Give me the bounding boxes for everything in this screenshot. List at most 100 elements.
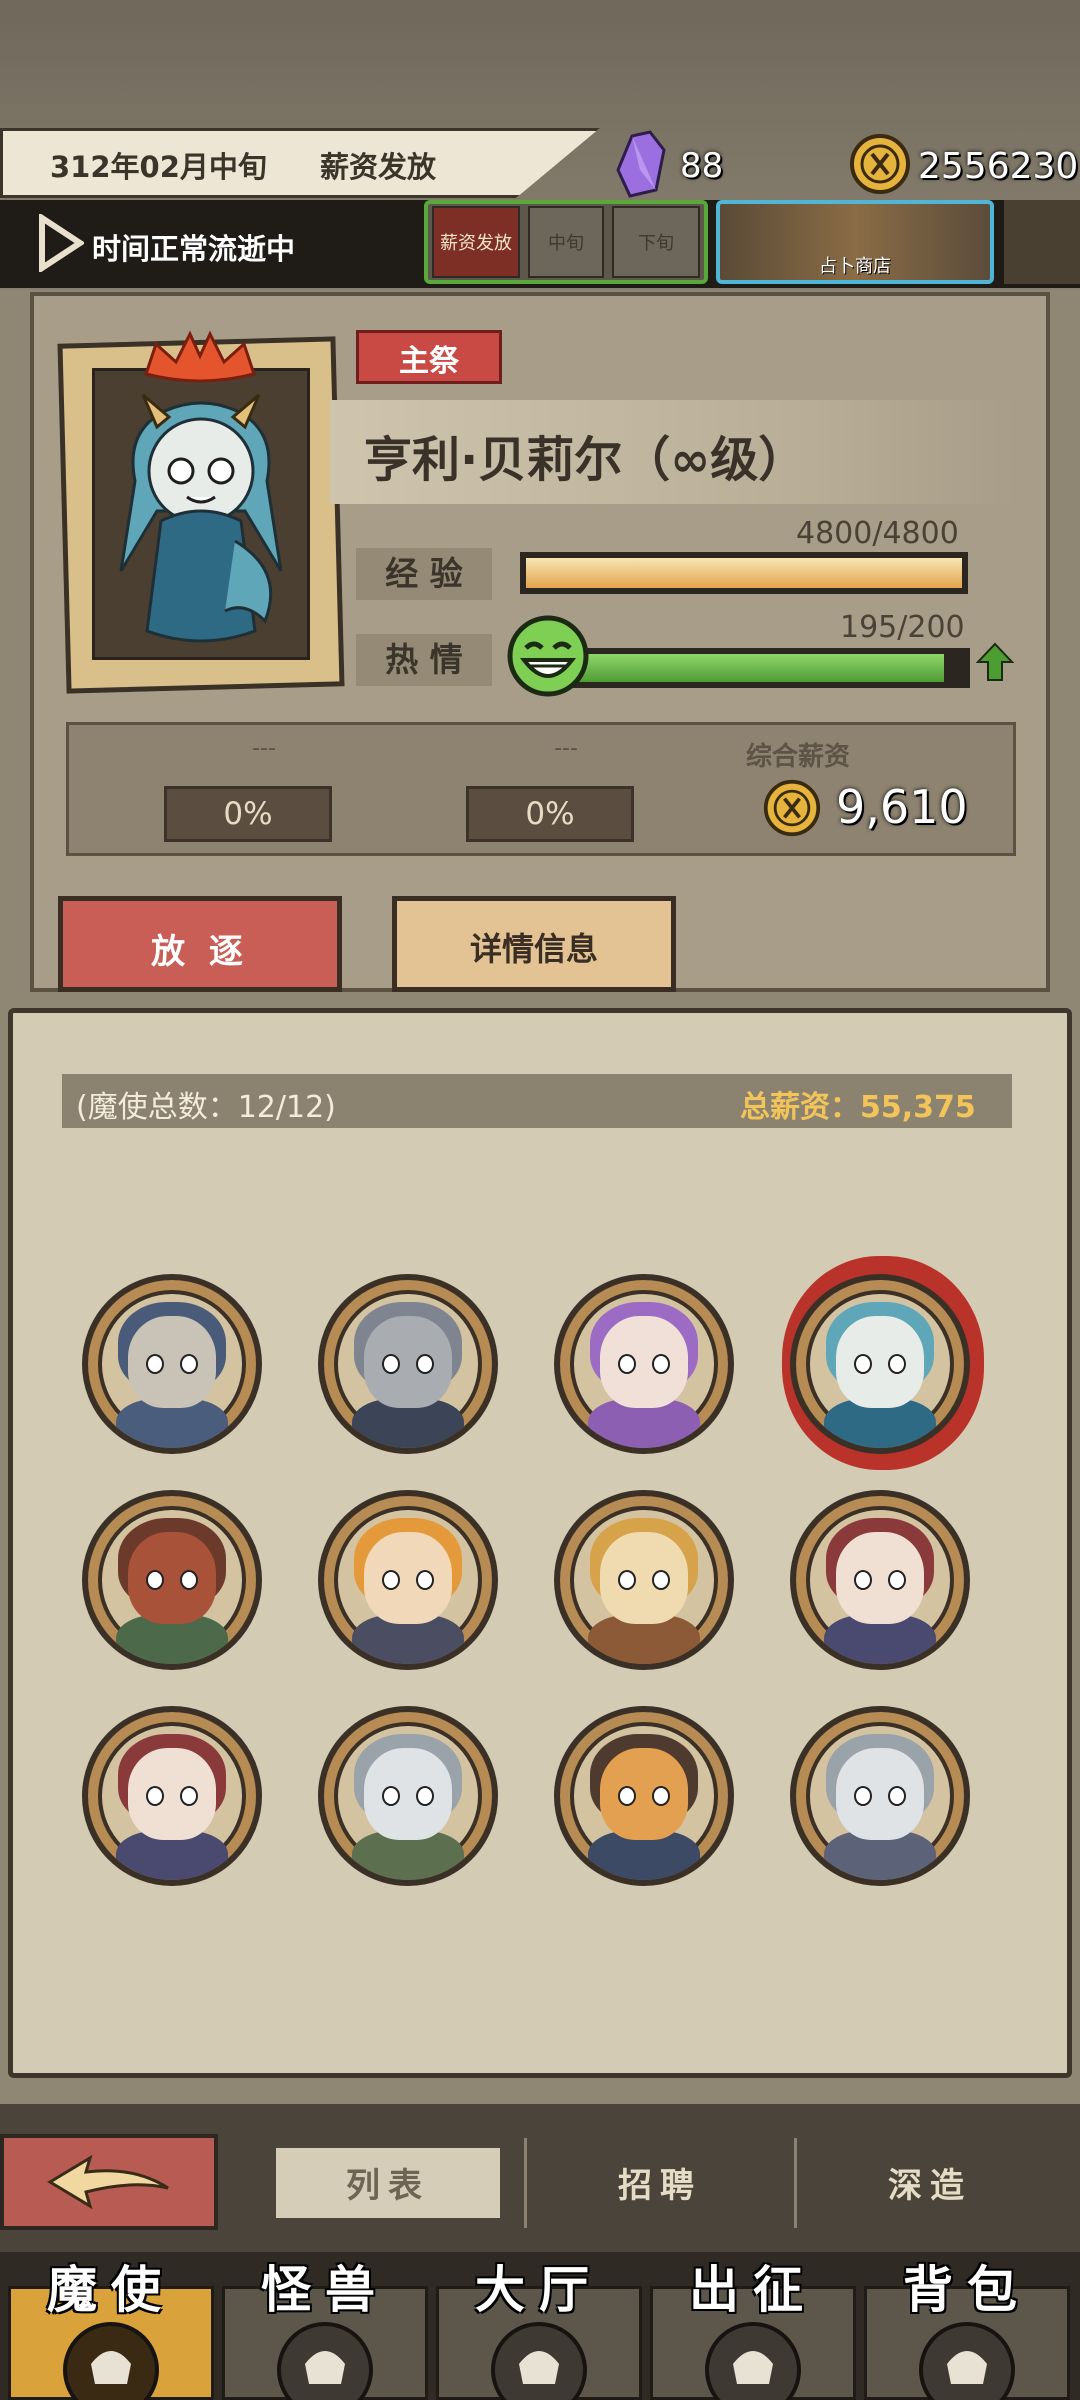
avatar-horned-mask[interactable]	[318, 1274, 498, 1454]
character-portrait-icon	[119, 393, 283, 643]
play-icon[interactable]	[36, 214, 84, 272]
avatar-eye	[618, 1354, 636, 1374]
bonus-slot[interactable]: 0%	[466, 786, 634, 842]
avatar-eye	[854, 1786, 872, 1806]
avatar-face	[128, 1748, 216, 1840]
expedition-emblem-icon	[705, 2322, 801, 2400]
crown-icon	[144, 330, 256, 383]
avatar-eye	[416, 1354, 434, 1374]
slot-dash: ---	[466, 736, 666, 761]
avatar-face	[364, 1532, 452, 1624]
phase-payday[interactable]: 薪资发放	[432, 206, 520, 278]
avatar-face	[364, 1316, 452, 1408]
nav-demon-envoy-label: 魔使	[47, 2261, 175, 2319]
avatar-eye	[416, 1570, 434, 1590]
avatar-face	[836, 1748, 924, 1840]
avatar-eye	[382, 1786, 400, 1806]
portrait[interactable]	[92, 368, 310, 660]
avatar-eye	[382, 1354, 400, 1374]
happy-face-icon	[507, 615, 589, 697]
gold-coin-icon	[763, 779, 821, 837]
avatar-face	[836, 1316, 924, 1408]
avatar-gray-haired-b[interactable]	[790, 1706, 970, 1886]
crystal-count: 88	[680, 146, 724, 186]
tab-list-label: 列表	[346, 2166, 430, 2206]
avatar-face	[128, 1316, 216, 1408]
avatar-eye	[146, 1354, 164, 1374]
avatar-eye	[854, 1354, 872, 1374]
exile-button-label: 放 逐	[151, 932, 249, 972]
avatar-pumpkin-girl[interactable]	[318, 1490, 498, 1670]
up-arrow-icon	[976, 642, 1014, 681]
avatar-horned-succubus-selected[interactable]	[790, 1274, 970, 1454]
gold-count: 2556230	[918, 146, 1079, 187]
avatar-witch-hat-girl[interactable]	[554, 1490, 734, 1670]
avatar-gray-haired-a[interactable]	[318, 1706, 498, 1886]
hall-emblem-icon	[491, 2322, 587, 2400]
nav-backpack-label: 背包	[903, 2261, 1031, 2319]
avatar-purple-hat-b[interactable]	[82, 1706, 262, 1886]
details-button-label: 详情信息	[469, 930, 598, 968]
tab-deep[interactable]: 深造	[830, 2158, 1030, 2207]
shop-label: 占卜商店	[819, 256, 891, 277]
edge-tab[interactable]	[1004, 200, 1080, 284]
salary-title: 综合薪资	[746, 742, 851, 772]
avatar-eye	[146, 1570, 164, 1590]
backpack-icon	[919, 2322, 1015, 2400]
avatar-eye	[888, 1354, 906, 1374]
avatar-eye	[618, 1570, 636, 1590]
avatar-hooded-knight[interactable]	[82, 1274, 262, 1454]
tab-recruit[interactable]: 招聘	[560, 2158, 760, 2207]
avatar-eye	[180, 1786, 198, 1806]
bonus-slot[interactable]: 0%	[164, 786, 332, 842]
avatar-eye	[180, 1354, 198, 1374]
slot-dash: ---	[164, 736, 364, 761]
character-name: 亨利·贝莉尔（∞级）	[364, 432, 807, 488]
avatar-eye	[146, 1786, 164, 1806]
avatar-eye	[888, 1786, 906, 1806]
avatar-eye	[652, 1570, 670, 1590]
avatar-eye	[618, 1786, 636, 1806]
skull-emblem-icon	[63, 2322, 159, 2400]
avatar-eye	[180, 1570, 198, 1590]
gold-coin-icon	[850, 134, 910, 194]
nav-hall-label: 大厅	[475, 2261, 603, 2319]
role-badge-label: 主祭	[399, 344, 459, 379]
avatar-eye	[854, 1570, 872, 1590]
avatar-face	[600, 1748, 688, 1840]
time-status: 时间正常流逝中	[92, 232, 296, 266]
avatar-face	[364, 1748, 452, 1840]
avatar-face	[836, 1532, 924, 1624]
back-arrow-icon	[47, 2154, 169, 2210]
avatar-purple-hat-a[interactable]	[790, 1490, 970, 1670]
date-text: 312年02月中旬	[50, 150, 267, 184]
phase-late[interactable]: 下旬	[612, 206, 700, 278]
avatar-face	[600, 1532, 688, 1624]
avatar-purple-hair-girl[interactable]	[554, 1274, 734, 1454]
phase-mid[interactable]: 中旬	[528, 206, 604, 278]
exp-label: 经 验	[356, 548, 492, 600]
passion-value: 195/200	[840, 610, 965, 645]
avatar-eye	[652, 1786, 670, 1806]
avatar-eye	[416, 1786, 434, 1806]
roster-total-salary: 总薪资：55,375	[740, 1090, 976, 1125]
roster-count: (魔使总数：12/12)	[76, 1090, 336, 1125]
avatar-face	[600, 1316, 688, 1408]
tab-divider	[794, 2138, 797, 2228]
nav-monster-label: 怪兽	[261, 2261, 389, 2319]
crystal-icon	[616, 130, 666, 198]
passion-label: 热 情	[356, 634, 492, 686]
monster-emblem-icon	[277, 2322, 373, 2400]
avatar-masked-hunter[interactable]	[82, 1490, 262, 1670]
nav-expedition-label: 出征	[689, 2261, 817, 2319]
event-text: 薪资发放	[320, 150, 437, 184]
tab-divider	[524, 2138, 527, 2228]
avatar-eye	[382, 1570, 400, 1590]
avatar-eye	[888, 1570, 906, 1590]
avatar-face	[128, 1532, 216, 1624]
avatar-spiky-beast[interactable]	[554, 1706, 734, 1886]
passion-bar-fill	[546, 654, 944, 682]
exp-bar-fill	[526, 558, 962, 588]
exp-value: 4800/4800	[796, 516, 959, 551]
avatar-eye	[652, 1354, 670, 1374]
